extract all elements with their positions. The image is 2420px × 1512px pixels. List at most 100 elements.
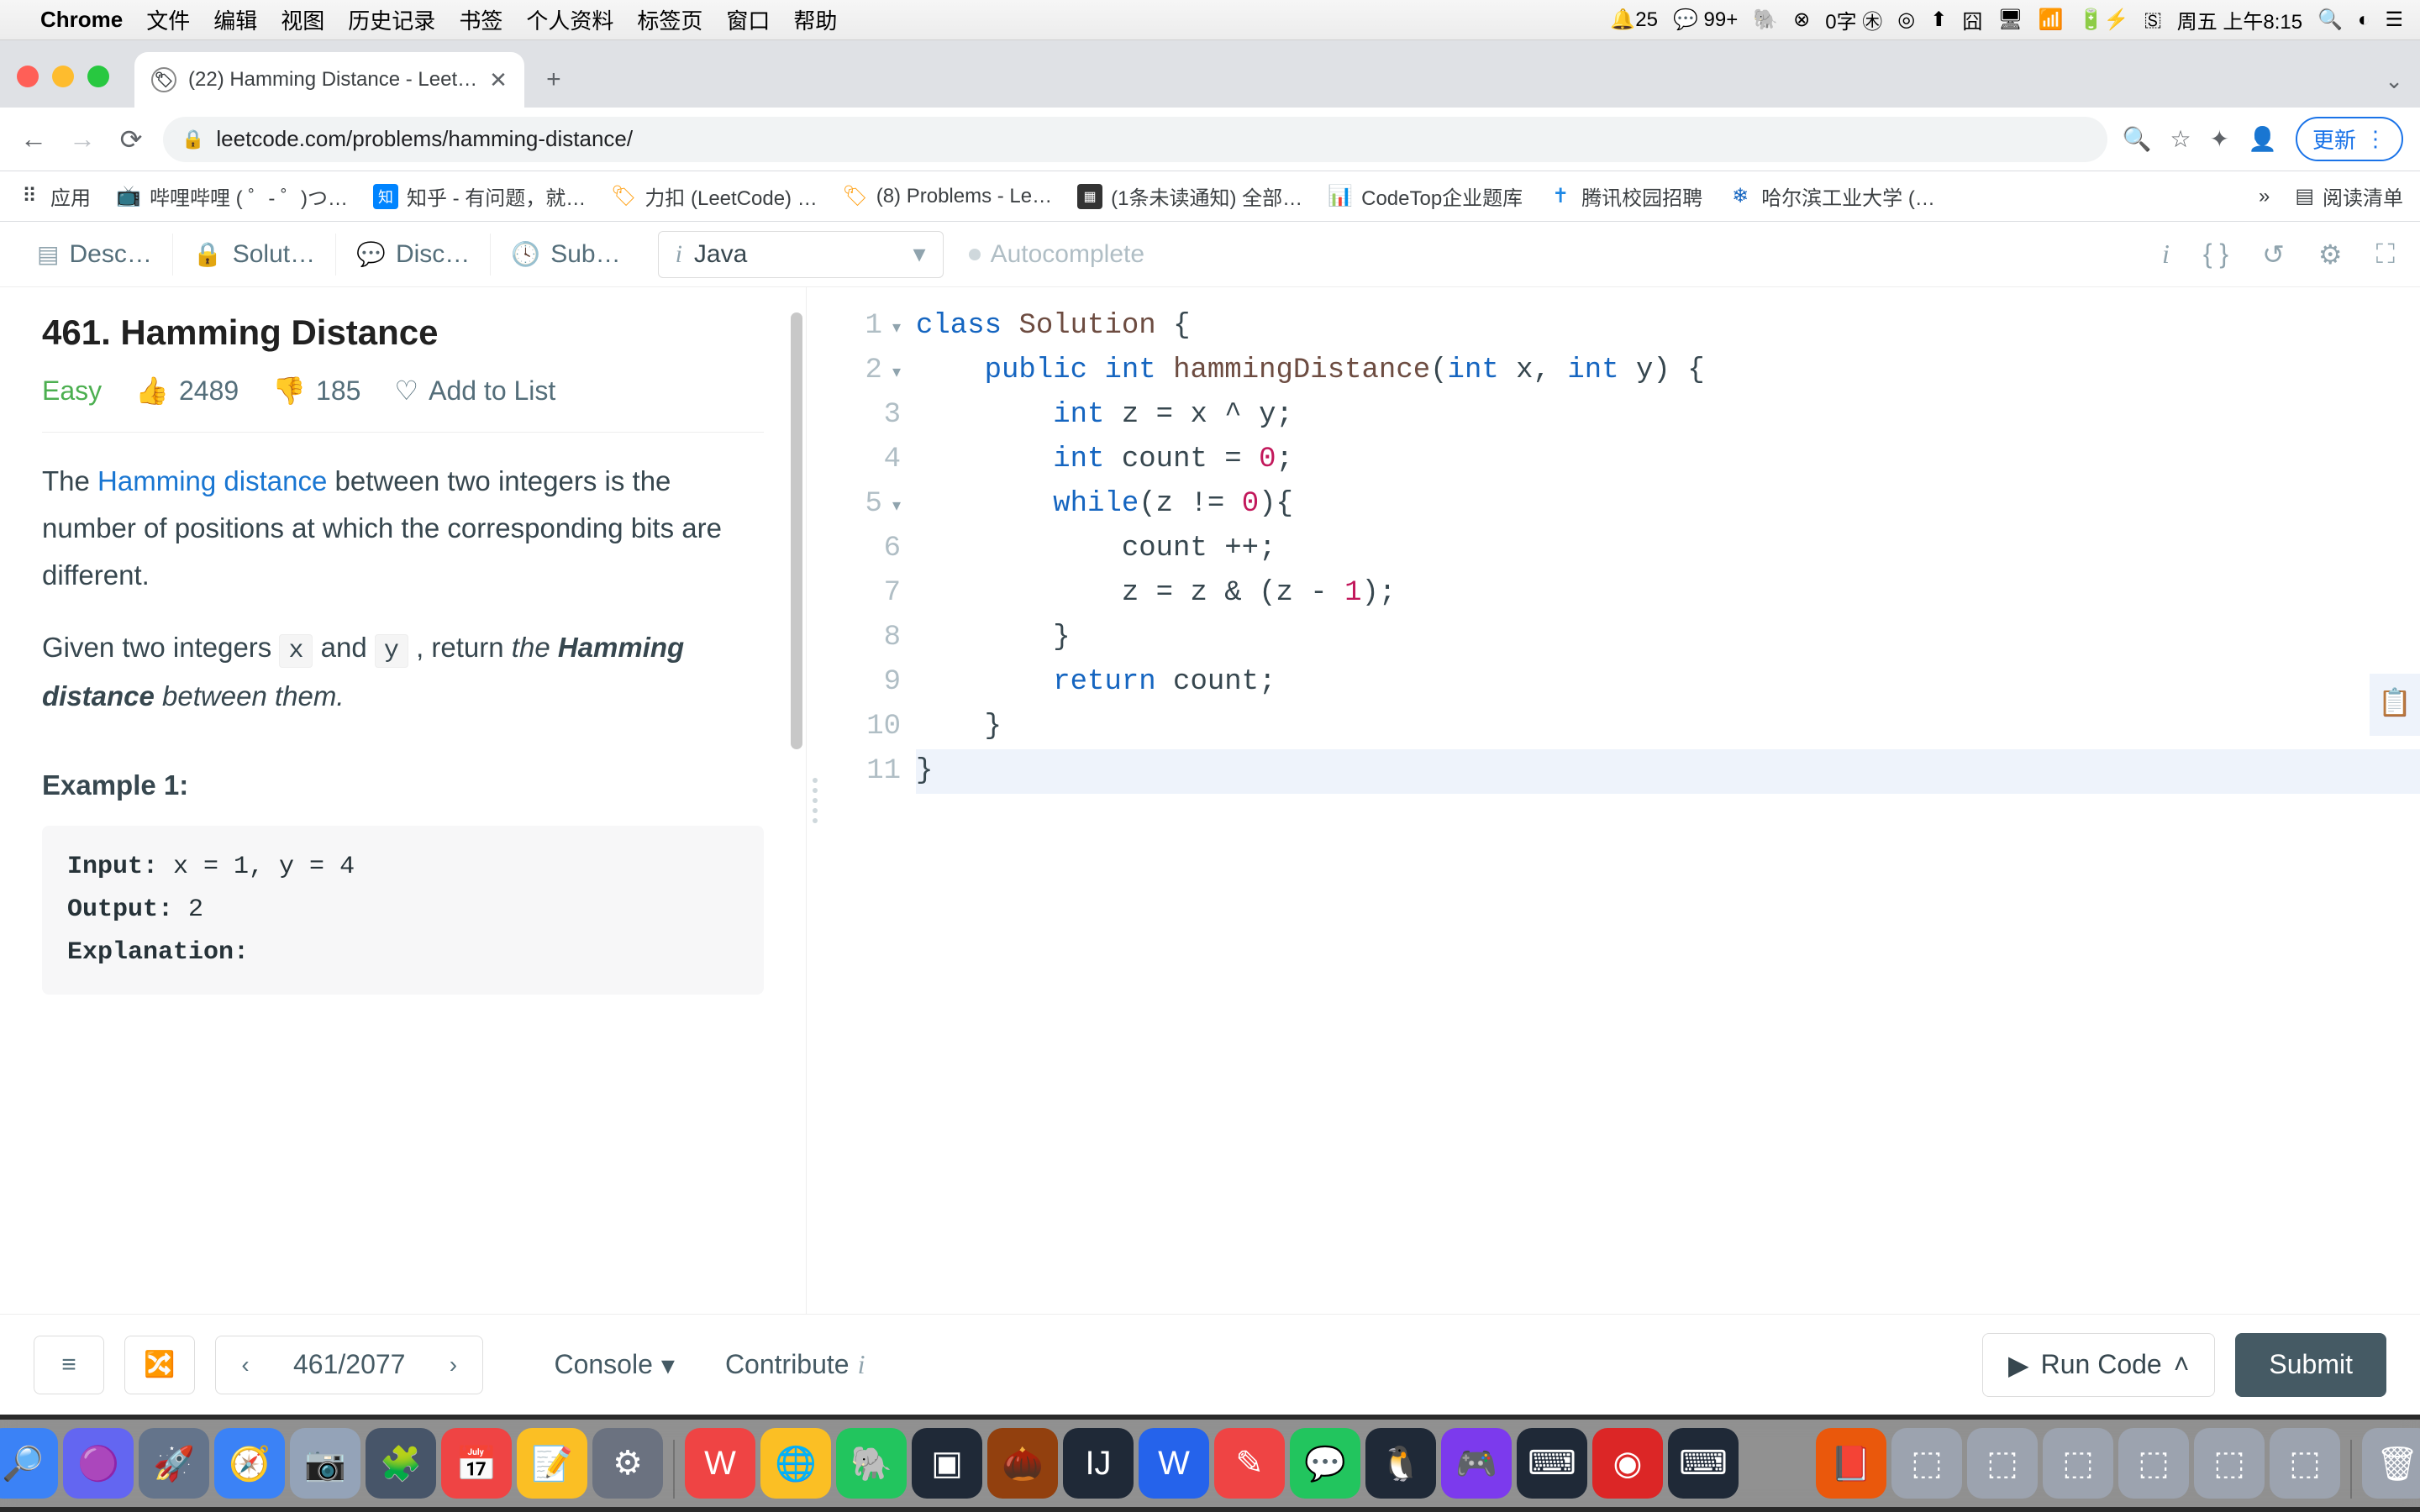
- window-zoom-button[interactable]: [87, 66, 109, 87]
- bookmarks-overflow[interactable]: »: [2259, 185, 2270, 208]
- window-close-button[interactable]: [17, 66, 39, 87]
- code-line[interactable]: class Solution {: [916, 304, 2420, 349]
- status-wifi-icon[interactable]: 📶: [2039, 8, 2064, 32]
- bookmark-leetcode-problems[interactable]: 🏷(8) Problems - Le…: [843, 184, 1052, 209]
- code-line[interactable]: }: [916, 705, 2420, 749]
- dock-app[interactable]: W: [1139, 1428, 1209, 1499]
- dock-app[interactable]: ◉: [1592, 1428, 1663, 1499]
- tab-discuss[interactable]: 💬Disc…: [336, 222, 490, 286]
- bookmark-codetop[interactable]: 📊CodeTop企业题库: [1328, 181, 1523, 211]
- status-ime[interactable]: 0字 ㊍: [1825, 5, 1882, 34]
- code-editor[interactable]: 1234567891011 class Solution { public in…: [823, 287, 2420, 1314]
- new-tab-button[interactable]: +: [533, 59, 575, 101]
- dock-app[interactable]: 🎮: [1441, 1428, 1512, 1499]
- tab-overflow-icon[interactable]: ⌄: [2385, 68, 2403, 94]
- dock-app[interactable]: 🔎: [0, 1428, 58, 1499]
- dock-app[interactable]: 🟣: [63, 1428, 134, 1499]
- autocomplete-toggle[interactable]: Autocomplete: [969, 240, 1144, 269]
- status-display[interactable]: 🖥: [1997, 8, 2023, 32]
- status-x1[interactable]: ⊗: [1793, 8, 1810, 32]
- settings-icon[interactable]: ⚙: [2318, 239, 2343, 270]
- tab-description[interactable]: ▤Desc…: [17, 222, 172, 286]
- status-wechat[interactable]: 💬 99+: [1673, 8, 1738, 32]
- pane-resizer[interactable]: [807, 287, 823, 1314]
- dock-app[interactable]: ⬚: [2270, 1428, 2340, 1499]
- tab-close-icon[interactable]: ✕: [489, 67, 508, 93]
- language-select[interactable]: i Java ▾: [658, 231, 944, 278]
- status-notif[interactable]: 🔔25: [1610, 8, 1658, 32]
- braces-icon[interactable]: { }: [2203, 239, 2228, 270]
- spotlight-icon[interactable]: 🔍: [2317, 8, 2343, 32]
- siri-icon[interactable]: ◐: [2358, 8, 2370, 32]
- tab-solution[interactable]: 🔒Solut…: [173, 222, 335, 286]
- dock-app[interactable]: 🚀: [139, 1428, 209, 1499]
- lock-icon[interactable]: 🔒: [182, 129, 204, 150]
- problem-list-button[interactable]: ≡: [34, 1336, 104, 1394]
- status-x2[interactable]: ◎: [1897, 8, 1915, 32]
- submit-button[interactable]: Submit: [2235, 1333, 2386, 1397]
- dock-app[interactable]: 💬: [1290, 1428, 1360, 1499]
- window-minimize-button[interactable]: [52, 66, 74, 87]
- menu-history[interactable]: 历史记录: [348, 4, 435, 35]
- code-line[interactable]: int count = 0;: [916, 438, 2420, 482]
- code-line[interactable]: }: [916, 616, 2420, 660]
- run-code-button[interactable]: ▶Run Code˄: [1982, 1333, 2215, 1397]
- console-toggle[interactable]: Console▾: [554, 1349, 674, 1381]
- bookmark-leetcode-cn[interactable]: 🏷力扣 (LeetCode) …: [611, 181, 817, 211]
- menu-file[interactable]: 文件: [146, 4, 190, 35]
- dock-app[interactable]: W: [685, 1428, 755, 1499]
- zoom-icon[interactable]: 🔍: [2123, 125, 2152, 153]
- add-to-list-button[interactable]: ♡Add to List: [394, 375, 555, 407]
- status-x3[interactable]: ⬆: [1930, 8, 1947, 32]
- dock-app[interactable]: 🧩: [366, 1428, 436, 1499]
- dock-app[interactable]: ⚙: [592, 1428, 663, 1499]
- bookmark-apps[interactable]: ⠿应用: [17, 181, 91, 211]
- dock-app[interactable]: 🌐: [760, 1428, 831, 1499]
- dock-app[interactable]: ⬚: [1967, 1428, 2038, 1499]
- chrome-update-button[interactable]: 更新 ⋮: [2296, 117, 2403, 161]
- menu-tabs[interactable]: 标签页: [637, 4, 702, 35]
- dislike-button[interactable]: 👎185: [272, 375, 360, 407]
- copy-code-button[interactable]: 📋: [2370, 674, 2420, 736]
- code-line[interactable]: public int hammingDistance(int x, int y)…: [916, 349, 2420, 393]
- dock-app[interactable]: ✎: [1214, 1428, 1285, 1499]
- hamming-link[interactable]: Hamming distance: [97, 465, 327, 496]
- menu-edit[interactable]: 编辑: [213, 4, 257, 35]
- menu-view[interactable]: 视图: [281, 4, 324, 35]
- dock-app[interactable]: 📷: [290, 1428, 360, 1499]
- dock-app[interactable]: 📝: [517, 1428, 587, 1499]
- status-s[interactable]: 🇸: [2144, 8, 2161, 32]
- status-x4[interactable]: 囧: [1962, 5, 1982, 34]
- bookmark-star-icon[interactable]: ☆: [2170, 125, 2191, 153]
- code-line[interactable]: count ++;: [916, 527, 2420, 571]
- dock-app[interactable]: ⌨: [1517, 1428, 1587, 1499]
- dock-app[interactable]: 📅: [441, 1428, 512, 1499]
- bookmark-zhihu[interactable]: 知知乎 - 有问题，就…: [373, 181, 586, 211]
- reload-button[interactable]: ⟳: [114, 123, 148, 155]
- extensions-icon[interactable]: ✦: [2210, 125, 2229, 153]
- menu-bookmarks[interactable]: 书签: [459, 4, 502, 35]
- prev-problem-button[interactable]: ‹: [216, 1352, 275, 1378]
- menu-profile[interactable]: 个人资料: [526, 4, 613, 35]
- control-center-icon[interactable]: ☰: [2385, 8, 2403, 32]
- dock-app[interactable]: ⬚: [2194, 1428, 2265, 1499]
- status-datetime[interactable]: 周五 上午8:15: [2177, 5, 2302, 34]
- address-bar[interactable]: 🔒 leetcode.com/problems/hamming-distance…: [163, 117, 2107, 162]
- back-button[interactable]: ←: [17, 123, 50, 155]
- dock-app[interactable]: IJ: [1063, 1428, 1134, 1499]
- dock-app[interactable]: ⬚: [1891, 1428, 1962, 1499]
- menu-window[interactable]: 窗口: [726, 4, 770, 35]
- dock-app[interactable]: ⬚: [2118, 1428, 2189, 1499]
- dock-app[interactable]: 🌰: [987, 1428, 1058, 1499]
- code-line[interactable]: }: [916, 749, 2420, 794]
- info-icon[interactable]: i: [2162, 239, 2170, 270]
- scrollbar-thumb[interactable]: [791, 312, 802, 749]
- like-button[interactable]: 👍2489: [135, 375, 239, 407]
- code-line[interactable]: int z = x ^ y;: [916, 393, 2420, 438]
- dock-app[interactable]: ⬚: [2043, 1428, 2113, 1499]
- code-line[interactable]: z = z & (z - 1);: [916, 571, 2420, 616]
- menu-help[interactable]: 帮助: [793, 4, 837, 35]
- dock-app[interactable]: ⌨: [1668, 1428, 1739, 1499]
- contribute-button[interactable]: Contributei: [725, 1349, 865, 1380]
- bookmark-hit[interactable]: ❄哈尔滨工业大学 (…: [1728, 181, 1935, 211]
